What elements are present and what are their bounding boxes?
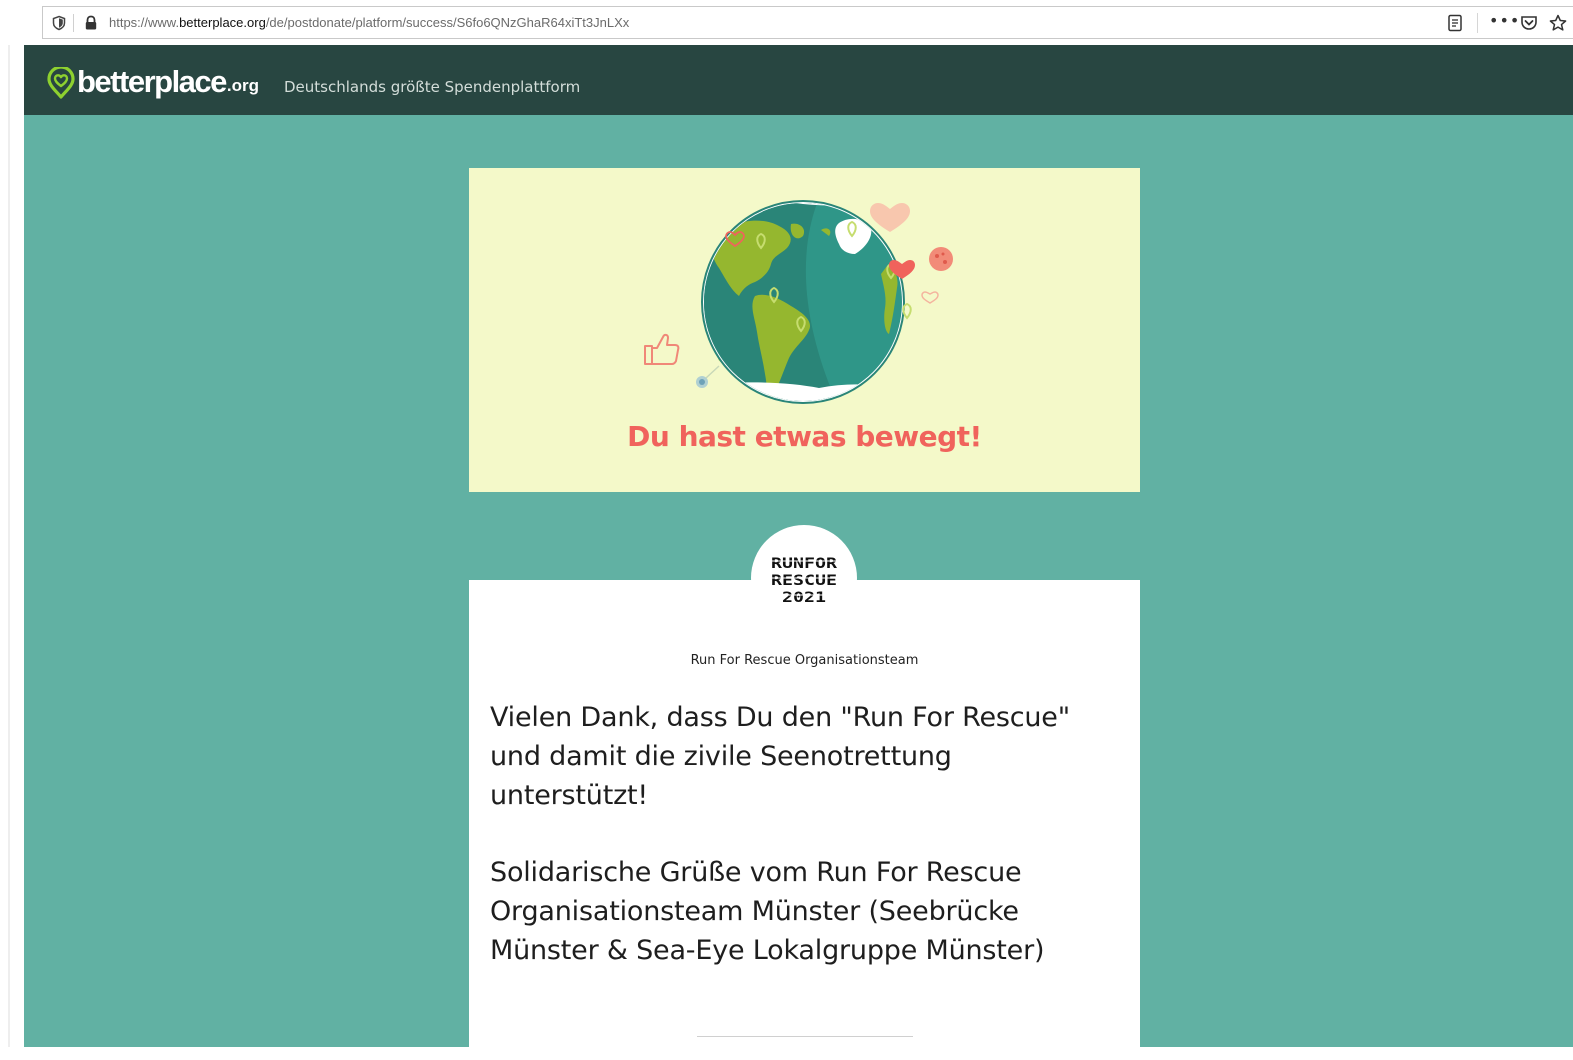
window-gutter <box>0 45 24 1047</box>
site-tagline: Deutschlands größte Spendenplattform <box>284 78 581 96</box>
logo-tld: .org <box>226 76 260 95</box>
thumbs-up-icon <box>644 333 680 365</box>
thank-you-paragraph: Vielen Dank, dass Du den "Run For Rescue… <box>490 702 1070 811</box>
location-heart-icon <box>47 67 75 99</box>
padlock-icon[interactable] <box>83 15 99 31</box>
bookmark-star-icon[interactable] <box>1548 14 1568 32</box>
logo-wordmark: betterplace <box>77 64 227 99</box>
organization-name[interactable]: Run For Rescue Organisationsteam <box>469 653 1140 668</box>
pocket-icon[interactable] <box>1519 14 1539 32</box>
heart-small-outline-icon <box>921 291 939 304</box>
gutter-border <box>8 45 10 1047</box>
avatar-line-1: RUNFOR <box>771 556 838 572</box>
heart-large-icon <box>870 203 910 232</box>
success-banner: Du hast etwas bewegt! <box>469 168 1140 492</box>
betterplace-logo[interactable]: betterplace .org <box>46 63 259 99</box>
thank-you-card: Run For Rescue Organisationsteam Vielen … <box>469 580 1140 1060</box>
url-text[interactable]: https://www.betterplace.org/de/postdonat… <box>109 15 629 30</box>
toolbar-divider <box>1477 13 1478 33</box>
thank-you-message: Vielen Dank, dass Du den "Run For Rescue… <box>490 698 1115 970</box>
greeting-paragraph: Solidarische Grüße vom Run For Rescue Or… <box>490 857 1045 966</box>
site-header: betterplace .org Deutschlands größte Spe… <box>24 45 1573 115</box>
page-actions-menu-icon[interactable]: ••• <box>1489 11 1520 30</box>
browser-url-bar[interactable]: https://www.betterplace.org/de/postdonat… <box>42 6 1573 39</box>
url-prefix: https://www. <box>109 15 180 30</box>
ball-icon <box>929 247 953 271</box>
run-for-rescue-logo: RUNFOR RESCUE 2021 <box>771 556 838 605</box>
tracking-shield-icon[interactable] <box>51 15 67 31</box>
reader-view-icon[interactable] <box>1445 14 1465 32</box>
url-path: /de/postdonate/platform/success/S6fo6QNz… <box>265 15 630 30</box>
avatar-line-2: RESCUE <box>771 573 837 589</box>
card-divider <box>697 1036 913 1037</box>
url-separator <box>73 14 74 32</box>
avatar-line-3: 2021 <box>782 590 826 605</box>
organization-avatar[interactable]: RUNFOR RESCUE 2021 <box>751 525 857 631</box>
url-domain: betterplace.org <box>179 15 266 30</box>
main-content: Du hast etwas bewegt! Run For Rescue Org… <box>24 115 1573 1060</box>
success-title: Du hast etwas bewegt! <box>627 420 982 453</box>
